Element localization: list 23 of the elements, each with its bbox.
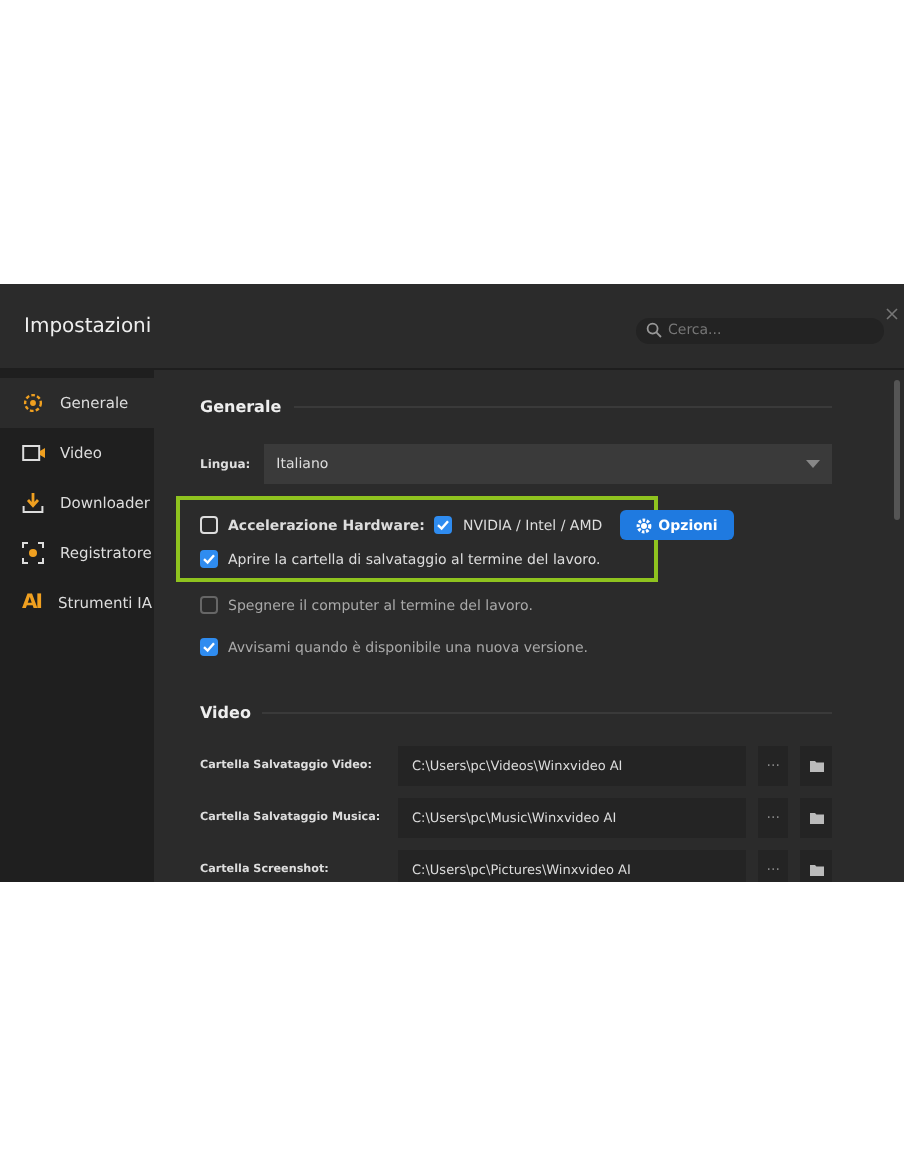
ai-icon: AI <box>22 592 44 614</box>
checkbox[interactable] <box>200 596 218 614</box>
dropdown-caret-icon <box>806 460 820 468</box>
open-folder-button[interactable] <box>800 850 832 882</box>
checkbox[interactable] <box>434 516 453 534</box>
checkbox[interactable] <box>200 638 218 656</box>
scrollbar[interactable] <box>894 380 900 520</box>
search-icon <box>646 322 662 338</box>
record-icon <box>22 542 44 564</box>
download-icon <box>22 492 44 514</box>
section-heading: Generale <box>200 398 282 416</box>
gear-icon <box>22 392 44 414</box>
section-heading: Video <box>200 704 251 722</box>
close-icon[interactable] <box>886 308 898 320</box>
checkbox[interactable] <box>200 550 218 568</box>
folder-icon <box>809 760 824 772</box>
video-camera-icon <box>22 444 46 462</box>
open-folder-button[interactable] <box>800 798 832 838</box>
folder-icon <box>809 864 824 876</box>
window-title: Impostazioni <box>24 315 152 337</box>
open-folder-button[interactable] <box>800 746 832 786</box>
gear-icon <box>636 517 653 533</box>
folder-icon <box>809 812 824 824</box>
